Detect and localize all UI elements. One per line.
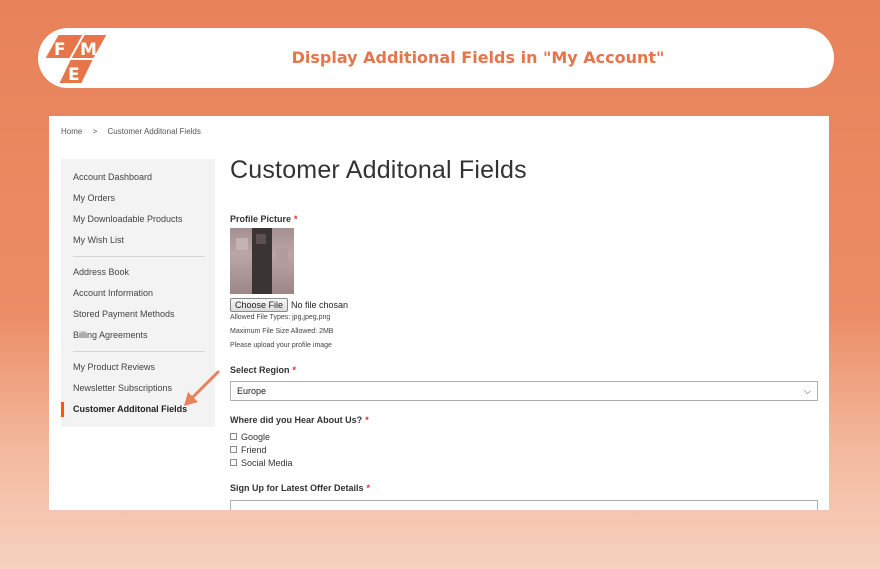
checkbox-social-media[interactable]: Social Media	[230, 458, 293, 468]
page-title: Customer Additonal Fields	[230, 156, 527, 184]
banner: Display Additional Fields in "My Account…	[0, 0, 880, 115]
no-file-text: No file chosan	[291, 300, 349, 310]
signup-offers-label-text: Sign Up for Latest Offer Details	[230, 483, 364, 493]
breadcrumb-current: Customer Additonal Fields	[107, 127, 201, 136]
sidebar-divider	[73, 351, 205, 352]
banner-pill: Display Additional Fields in "My Account…	[38, 28, 834, 88]
main-content: Customer Additonal Fields Profile Pictur…	[230, 156, 820, 510]
max-file-size-note: Maximum File Size Allowed: 2MB	[230, 328, 334, 335]
allowed-file-types-note: Allowed File Types: jpg,jpeg,png	[230, 314, 331, 321]
checkbox-box[interactable]	[230, 459, 237, 467]
required-marker: *	[365, 415, 369, 425]
breadcrumb-home[interactable]: Home	[61, 127, 82, 136]
sidebar-item-account-information[interactable]: Account Information	[61, 283, 215, 304]
chevron-down-icon: ⌵	[804, 386, 811, 396]
checkbox-box[interactable]	[230, 433, 237, 441]
required-marker: *	[366, 483, 371, 493]
checkbox-friend[interactable]: Friend	[230, 445, 267, 455]
checkbox-label: Google	[241, 432, 271, 442]
pointer-arrow-icon	[184, 370, 220, 406]
hear-about-us-label: Where did you Hear About Us? *	[230, 415, 369, 425]
sidebar-item-downloadable-products[interactable]: My Downloadable Products	[61, 209, 215, 230]
sidebar-item-billing-agreements[interactable]: Billing Agreements	[61, 325, 215, 346]
banner-title: Display Additional Fields in "My Account…	[291, 48, 665, 67]
svg-text:E: E	[68, 65, 80, 85]
sidebar-item-stored-payment-methods[interactable]: Stored Payment Methods	[61, 304, 215, 325]
hear-about-us-label-text: Where did you Hear About Us?	[230, 415, 363, 425]
breadcrumb-separator: >	[92, 127, 98, 136]
required-marker: *	[294, 214, 298, 224]
svg-text:F: F	[54, 40, 66, 60]
account-card: Home > Customer Additonal Fields Account…	[49, 116, 829, 510]
checkbox-label: Friend	[241, 445, 267, 455]
choose-file-button[interactable]: Choose File	[230, 298, 289, 312]
fme-logo-icon: F M E	[42, 33, 110, 85]
sidebar-item-my-orders[interactable]: My Orders	[61, 188, 215, 209]
profile-picture-label-text: Profile Picture	[230, 214, 292, 224]
checkbox-label: Social Media	[241, 458, 293, 468]
sidebar-item-wish-list[interactable]: My Wish List	[61, 230, 215, 251]
sidebar-divider	[73, 256, 205, 257]
checkbox-google[interactable]: Google	[230, 432, 270, 442]
profile-image-preview	[230, 228, 294, 294]
breadcrumb: Home > Customer Additonal Fields	[61, 127, 209, 136]
region-select[interactable]: Europe ⌵	[230, 381, 818, 401]
checkbox-box[interactable]	[230, 446, 237, 454]
select-region-label-text: Select Region	[230, 365, 290, 375]
select-region-label: Select Region *	[230, 365, 296, 375]
signup-offers-field[interactable]	[230, 500, 818, 510]
svg-text:M: M	[80, 40, 97, 60]
sidebar-item-address-book[interactable]: Address Book	[61, 262, 215, 283]
signup-offers-label: Sign Up for Latest Offer Details *	[230, 483, 370, 493]
file-input: Choose File No file chosan	[230, 298, 348, 312]
profile-picture-label: Profile Picture *	[230, 214, 298, 224]
sidebar-item-account-dashboard[interactable]: Account Dashboard	[61, 167, 215, 188]
upload-hint-note: Please upload your profile image	[230, 342, 332, 349]
required-marker: *	[292, 365, 297, 375]
region-select-value: Europe	[237, 386, 267, 396]
